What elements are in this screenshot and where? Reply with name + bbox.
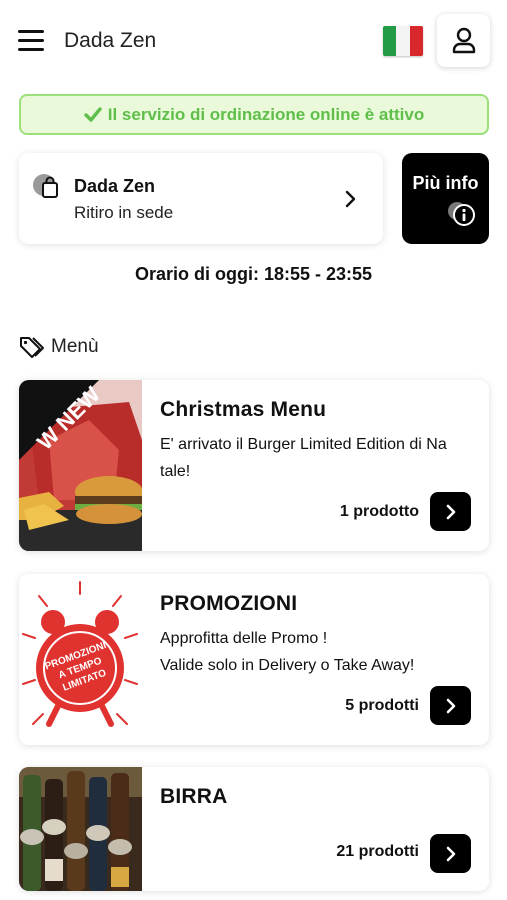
checkmark-icon (84, 107, 102, 122)
chevron-right-icon (446, 698, 455, 713)
more-info-button[interactable]: Più info (402, 153, 489, 244)
chevron-right-icon (446, 846, 455, 861)
category-image-birra (19, 767, 142, 891)
store-service-mode: Ritiro in sede (74, 203, 174, 222)
category-image-promozioni: PROMOZIONI A TEMPO LIMITATO (19, 574, 142, 745)
category-title: BIRRA (160, 785, 228, 808)
category-open-button[interactable] (430, 686, 471, 725)
hamburger-menu-icon[interactable] (18, 30, 44, 52)
category-card-christmas-menu[interactable]: W NEW Christmas Menu E' arrivato il Burg… (19, 380, 489, 551)
category-description: E' arrivato il Burger Limited Edition di… (160, 436, 447, 480)
category-card-birra[interactable]: BIRRA 21 prodotti (19, 767, 489, 891)
today-hours: Orario di oggi: 18:55 - 23:55 (134, 264, 373, 284)
italy-flag-icon[interactable] (383, 26, 423, 56)
menu-section-header: Menù (19, 334, 99, 360)
category-product-count: 21 prodotti (336, 843, 419, 860)
ordering-status-banner: Il servizio di ordinazione online è atti… (19, 94, 489, 135)
info-icon (448, 202, 475, 226)
category-open-button[interactable] (430, 492, 471, 531)
category-title: Christmas Menu (160, 398, 327, 421)
category-title: PROMOZIONI (160, 592, 298, 615)
tag-icon (20, 337, 44, 358)
category-open-button[interactable] (430, 834, 471, 873)
chevron-right-icon (345, 190, 356, 208)
menu-section-label: Menù (51, 336, 99, 357)
category-product-count: 5 prodotti (345, 697, 419, 714)
status-text: Il servizio di ordinazione online è atti… (107, 104, 425, 124)
category-description: Approfitta delle Promo ! Valide solo in … (160, 630, 415, 674)
more-info-label: Più info (412, 173, 479, 193)
chevron-right-icon (446, 504, 455, 519)
app-title: Dada Zen (64, 29, 157, 52)
category-image-christmas-menu: W NEW (19, 380, 142, 551)
category-card-promozioni[interactable]: PROMOZIONI A TEMPO LIMITATO PROMOZIONI A… (19, 574, 489, 745)
top-bar: Dada Zen (0, 0, 507, 84)
user-account-button[interactable] (437, 14, 490, 67)
shopping-bag-icon (33, 174, 58, 198)
store-selector-card[interactable]: Dada Zen Ritiro in sede (19, 153, 383, 244)
category-product-count: 1 prodotto (339, 503, 419, 520)
store-name: Dada Zen (74, 176, 156, 196)
user-icon (452, 27, 475, 54)
